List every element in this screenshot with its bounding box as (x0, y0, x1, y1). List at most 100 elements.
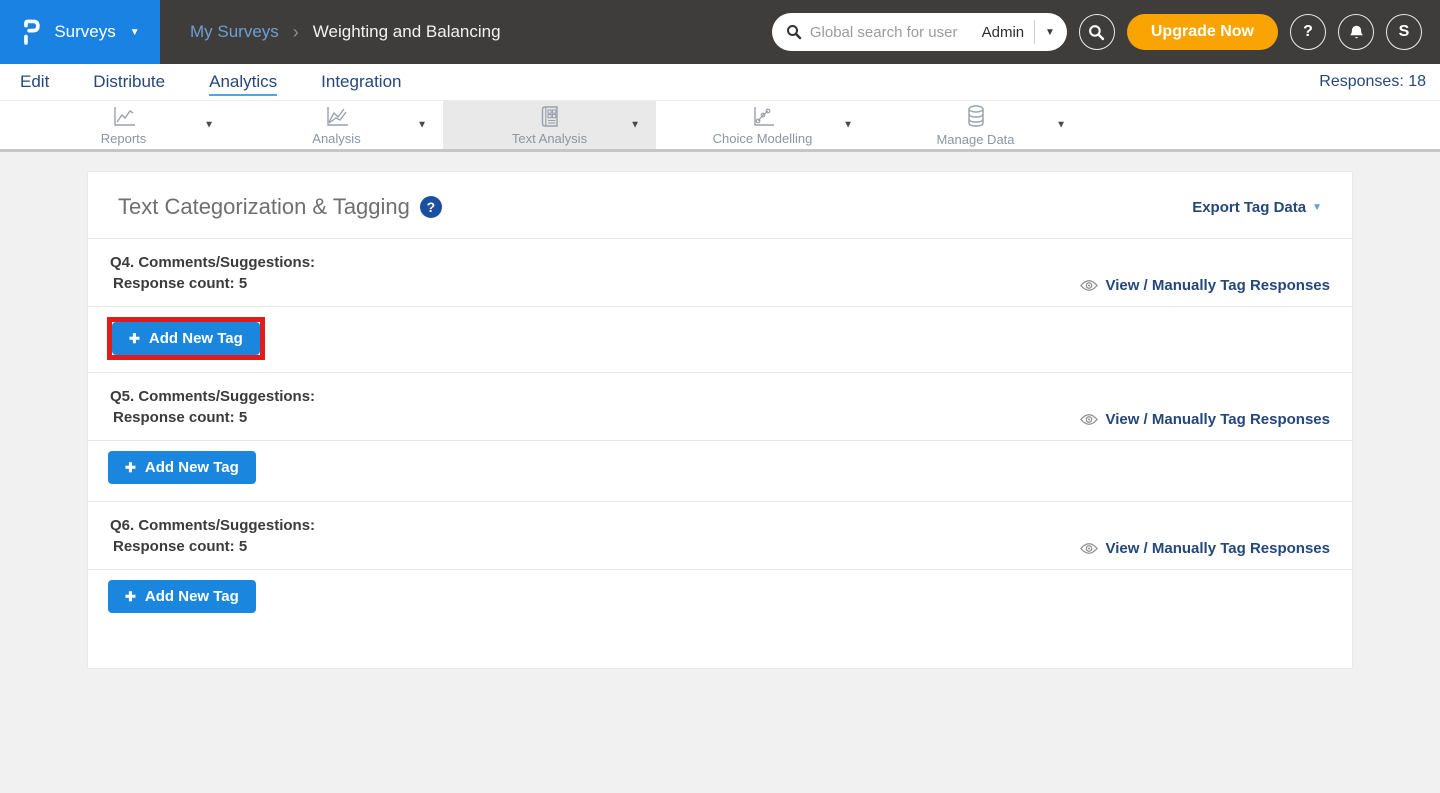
add-new-tag-label: Add New Tag (145, 459, 239, 476)
question-title: Q4. Comments/Suggestions: (110, 252, 315, 273)
card-bottom-spacer (88, 630, 1352, 668)
red-highlight-annotation: ✚ Add New Tag (108, 580, 256, 613)
analytics-tab[interactable]: Analysis ▼ (230, 101, 443, 149)
view-manually-tag-label: View / Manually Tag Responses (1105, 277, 1330, 294)
scatter-chart-icon (750, 105, 776, 129)
tab-label: Choice Modelling (713, 131, 813, 146)
question-title: Q5. Comments/Suggestions: (110, 386, 315, 407)
chevron-down-icon[interactable]: ▼ (630, 120, 640, 131)
add-tag-row: ✚ Add New Tag (88, 307, 1352, 372)
add-tag-row: ✚ Add New Tag (88, 441, 1352, 501)
question-block: Q5. Comments/Suggestions: Response count… (88, 373, 1352, 502)
upgrade-now-button[interactable]: Upgrade Now (1127, 14, 1278, 50)
chevron-down-icon[interactable]: ▼ (1056, 120, 1066, 131)
view-manually-tag-label: View / Manually Tag Responses (1105, 411, 1330, 428)
responses-count: Responses: 18 (1319, 73, 1426, 91)
analytics-tab[interactable]: Reports ▼ (17, 101, 230, 149)
view-manually-tag-link[interactable]: View / Manually Tag Responses (1080, 540, 1330, 557)
analytics-tab[interactable]: Manage Data ▼ (869, 101, 1082, 149)
text-tagging-card: Text Categorization & Tagging ? Export T… (88, 172, 1352, 668)
question-header: Q6. Comments/Suggestions: Response count… (88, 502, 1352, 569)
question-block: Q4. Comments/Suggestions: Response count… (88, 239, 1352, 373)
add-new-tag-label: Add New Tag (149, 330, 243, 347)
search-icon (1088, 24, 1105, 41)
question-header: Q4. Comments/Suggestions: Response count… (88, 239, 1352, 306)
subnav-link[interactable]: Analytics (209, 68, 277, 96)
view-manually-tag-link[interactable]: View / Manually Tag Responses (1080, 411, 1330, 428)
response-count: Response count: 5 (110, 536, 315, 557)
avatar-initial: S (1399, 23, 1410, 41)
question-title: Q6. Comments/Suggestions: (110, 515, 315, 536)
proprofs-logo-icon (20, 17, 42, 47)
subnav-link[interactable]: Edit (20, 68, 49, 96)
plus-icon: ✚ (125, 589, 136, 605)
notifications-button[interactable] (1338, 14, 1374, 50)
eye-icon (1080, 279, 1098, 292)
tab-label: Text Analysis (512, 131, 587, 146)
search-input[interactable] (810, 24, 976, 41)
help-button[interactable]: ? (1290, 14, 1326, 50)
question-texts: Q4. Comments/Suggestions: Response count… (110, 252, 315, 294)
response-count: Response count: 5 (110, 407, 315, 428)
bell-icon (1348, 24, 1365, 41)
subnav-link[interactable]: Distribute (93, 68, 165, 96)
red-highlight-annotation: ✚ Add New Tag (112, 322, 260, 355)
search-scope-chevron-icon[interactable]: ▼ (1035, 28, 1055, 38)
add-tag-row: ✚ Add New Tag (88, 570, 1352, 630)
breadcrumb-parent[interactable]: My Surveys (190, 22, 279, 42)
line-chart-icon (111, 105, 137, 129)
page-title: Text Categorization & Tagging (118, 194, 410, 220)
secondary-nav-links: Edit Distribute Analytics Integration (20, 68, 401, 96)
secondary-nav: Edit Distribute Analytics Integration Re… (0, 64, 1440, 100)
chevron-down-icon[interactable]: ▼ (843, 120, 853, 131)
add-new-tag-button[interactable]: ✚ Add New Tag (108, 451, 256, 484)
tab-label: Analysis (312, 131, 360, 146)
help-icon[interactable]: ? (420, 196, 442, 218)
breadcrumb: My Surveys › Weighting and Balancing (190, 22, 501, 43)
global-search: Admin ▼ (772, 13, 1067, 51)
search-scope-value[interactable]: Admin (976, 24, 1035, 41)
chevron-down-icon: ▼ (1312, 203, 1322, 213)
plus-icon: ✚ (129, 331, 140, 347)
main-content: Text Categorization & Tagging ? Export T… (0, 152, 1440, 790)
top-bar: Surveys ▼ My Surveys › Weighting and Bal… (0, 0, 1440, 64)
plus-icon: ✚ (125, 460, 136, 476)
export-tag-data-label: Export Tag Data (1192, 199, 1306, 216)
text-document-icon (537, 105, 563, 129)
chevron-down-icon[interactable]: ▼ (417, 120, 427, 131)
question-texts: Q6. Comments/Suggestions: Response count… (110, 515, 315, 557)
export-tag-data-dropdown[interactable]: Export Tag Data ▼ (1192, 199, 1322, 216)
breadcrumb-current: Weighting and Balancing (313, 22, 501, 42)
question-mark-icon: ? (1303, 23, 1313, 41)
brand-label: Surveys (54, 22, 115, 42)
analytics-tab[interactable]: Text Analysis ▼ (443, 101, 656, 149)
analytics-tab[interactable]: Choice Modelling ▼ (656, 101, 869, 149)
response-count: Response count: 5 (110, 273, 315, 294)
brand-surveys-menu[interactable]: Surveys ▼ (0, 0, 160, 64)
tab-label: Manage Data (936, 132, 1014, 147)
search-icon (786, 24, 802, 40)
red-highlight-annotation: ✚ Add New Tag (108, 451, 256, 484)
card-header: Text Categorization & Tagging ? Export T… (88, 172, 1352, 238)
add-new-tag-label: Add New Tag (145, 588, 239, 605)
search-button[interactable] (1079, 14, 1115, 50)
topbar-actions: Admin ▼ Upgrade Now ? S (772, 13, 1440, 51)
question-header: Q5. Comments/Suggestions: Response count… (88, 373, 1352, 440)
eye-icon (1080, 413, 1098, 426)
eye-icon (1080, 542, 1098, 555)
add-new-tag-button[interactable]: ✚ Add New Tag (108, 580, 256, 613)
analytics-tab-strip: Reports ▼ Analysis ▼ (0, 100, 1440, 152)
tab-label: Reports (101, 131, 147, 146)
view-manually-tag-label: View / Manually Tag Responses (1105, 540, 1330, 557)
multi-line-chart-icon (324, 105, 350, 129)
database-icon (963, 104, 989, 130)
chevron-down-icon: ▼ (130, 28, 140, 38)
chevron-down-icon[interactable]: ▼ (204, 120, 214, 131)
view-manually-tag-link[interactable]: View / Manually Tag Responses (1080, 277, 1330, 294)
breadcrumb-separator-icon: › (293, 22, 299, 43)
add-new-tag-button[interactable]: ✚ Add New Tag (112, 322, 260, 355)
avatar[interactable]: S (1386, 14, 1422, 50)
subnav-link[interactable]: Integration (321, 68, 401, 96)
question-texts: Q5. Comments/Suggestions: Response count… (110, 386, 315, 428)
question-block: Q6. Comments/Suggestions: Response count… (88, 502, 1352, 630)
